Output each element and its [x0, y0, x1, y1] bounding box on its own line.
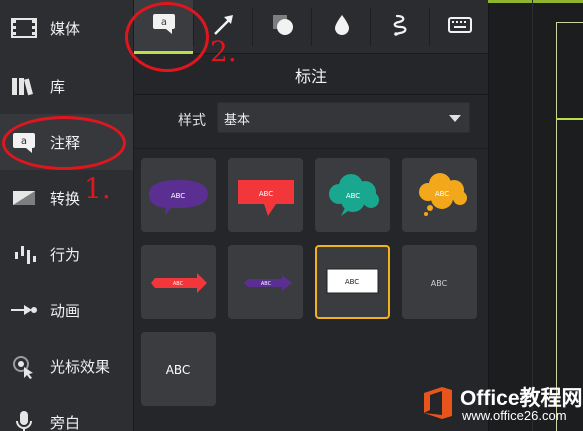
- tile-text: ABC: [435, 190, 449, 198]
- style-label: 样式: [178, 113, 206, 129]
- callout-tile-thought-cloud[interactable]: ABC: [402, 158, 477, 232]
- sidebar-item-label: 转换: [50, 190, 81, 208]
- style-dropdown[interactable]: 基本: [217, 102, 470, 133]
- sidebar-item-transitions[interactable]: 转换: [0, 170, 133, 226]
- tab-shapes[interactable]: [253, 0, 312, 54]
- tile-text: ABC: [173, 281, 184, 287]
- callout-tile-text-box[interactable]: ABC: [315, 245, 390, 319]
- watermark: Office教程网 www.office26.com: [418, 380, 583, 426]
- tab-sketch-motion[interactable]: [371, 0, 430, 54]
- sketch-motion-icon: [388, 13, 414, 41]
- tab-keystrokes[interactable]: [430, 0, 489, 54]
- sidebar-item-label: 光标效果: [50, 358, 111, 376]
- blur-icon: [329, 13, 355, 41]
- chevron-down-icon: [449, 115, 461, 122]
- sidebar-item-behaviors[interactable]: 行为: [0, 226, 133, 282]
- callout-tile-speech-bubble[interactable]: ABC: [141, 158, 216, 232]
- callout-tile-banner[interactable]: ABC: [228, 158, 303, 232]
- callout-tile-text[interactable]: ABC: [402, 245, 477, 319]
- annotation-circle-step2: [125, 2, 209, 72]
- tab-blur-highlight[interactable]: [312, 0, 371, 54]
- canvas-frame[interactable]: [556, 22, 583, 431]
- sidebar-item-animations[interactable]: 动画: [0, 282, 133, 338]
- sidebar: 媒体 库 a 注释 转换 行为 动画 光标效果 旁白: [0, 0, 134, 431]
- tile-text: ABC: [431, 279, 448, 288]
- sidebar-item-label: 库: [50, 78, 66, 96]
- sidebar-item-label: 行为: [50, 246, 81, 264]
- office-logo-icon: [422, 386, 454, 420]
- transition-icon: [10, 184, 38, 212]
- tile-text: ABC: [345, 278, 359, 286]
- keystroke-icon: [447, 13, 473, 41]
- shape-icon: [270, 13, 296, 41]
- sidebar-item-media[interactable]: 媒体: [0, 0, 133, 56]
- sidebar-item-cursor-effects[interactable]: 光标效果: [0, 338, 133, 394]
- sidebar-item-library[interactable]: 库: [0, 58, 133, 114]
- annotation-circle-step1: [2, 116, 126, 170]
- tile-text: ABC: [261, 281, 272, 287]
- annotations-panel: 标注 样式 基本 ABC ABC ABC ABC ABC ABC ABC ABC…: [134, 54, 488, 431]
- sidebar-item-label: 动画: [50, 302, 81, 320]
- callout-tile-text-large[interactable]: ABC: [141, 332, 216, 406]
- divider: [134, 148, 488, 149]
- sidebar-item-label: 媒体: [50, 20, 81, 38]
- tile-text: ABC: [166, 363, 191, 377]
- sidebar-item-label: 旁白: [50, 414, 81, 431]
- callout-tile-cloud[interactable]: ABC: [315, 158, 390, 232]
- tile-text: ABC: [259, 190, 273, 198]
- sidebar-item-voice-narration[interactable]: 旁白: [0, 394, 133, 431]
- watermark-url: www.office26.com: [462, 408, 567, 423]
- style-dropdown-value: 基本: [224, 113, 251, 128]
- annotation-step2-label: 2.: [210, 35, 237, 68]
- film-icon: [10, 14, 38, 42]
- microphone-icon: [10, 408, 38, 431]
- canvas-marker: [556, 118, 583, 120]
- tile-text: ABC: [346, 192, 360, 200]
- callout-tile-arrow-purple[interactable]: ABC: [228, 245, 303, 319]
- animation-icon: [10, 296, 38, 324]
- timeline-top-line: [488, 0, 583, 3]
- canvas-divider: [532, 0, 533, 431]
- library-icon: [10, 72, 38, 100]
- cursor-effect-icon: [10, 352, 38, 380]
- annotation-step1-label: 1.: [84, 172, 111, 205]
- divider: [134, 94, 488, 95]
- callout-tile-arrow-red[interactable]: ABC: [141, 245, 216, 319]
- tile-text: ABC: [171, 192, 185, 200]
- behavior-icon: [10, 240, 38, 268]
